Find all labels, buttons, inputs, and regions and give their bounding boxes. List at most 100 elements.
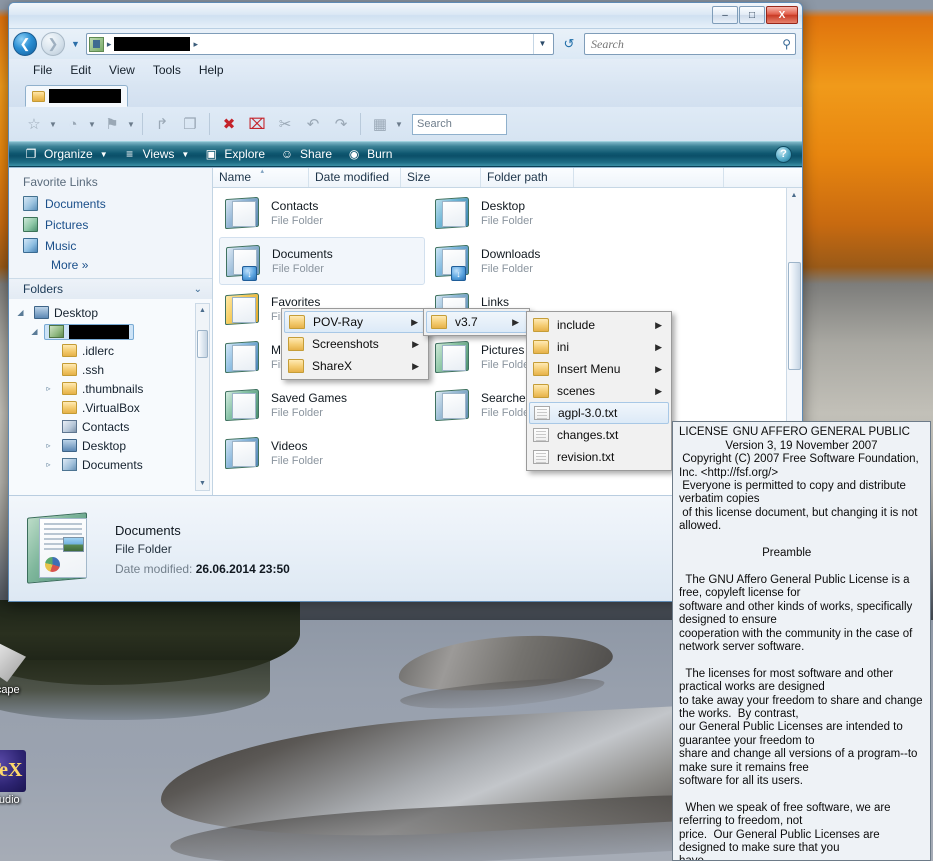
desktop-icon-inkscape[interactable]: scape xyxy=(0,640,48,696)
file-list-item[interactable]: ↓ Documents File Folder xyxy=(219,237,425,285)
menu-item-insert-menu[interactable]: Insert Menu ▶ xyxy=(529,358,669,380)
tree-item-contacts[interactable]: Contacts xyxy=(9,417,212,436)
tree-item-documents[interactable]: ▹ Documents xyxy=(9,455,212,474)
column-header-blank[interactable] xyxy=(574,168,724,187)
menu-item-edit[interactable]: Edit xyxy=(62,61,99,79)
share-button[interactable]: ☺ Share xyxy=(279,146,332,162)
scroll-up-arrow-icon[interactable]: ▲ xyxy=(787,188,801,202)
move-to-icon[interactable]: ↱ xyxy=(149,111,175,137)
menu-item-tools[interactable]: Tools xyxy=(145,61,189,79)
copy-to-icon[interactable]: ❐ xyxy=(177,111,203,137)
folder-tree[interactable]: ◢ Desktop ◢ .idlerc .ssh ▹ .thumbnails .Virtual… xyxy=(9,299,212,495)
refresh-icon[interactable]: ↺ xyxy=(558,33,580,55)
toolbar-search-box[interactable]: Search xyxy=(412,113,507,135)
file-list-item[interactable]: Videos File Folder xyxy=(219,429,425,477)
user-folder-icon xyxy=(88,36,104,52)
menu-item-pov-ray[interactable]: POV-Ray ▶ xyxy=(284,311,426,333)
scroll-up-arrow-icon[interactable]: ▲ xyxy=(196,304,209,317)
help-icon[interactable]: ? xyxy=(775,145,792,163)
recent-pages-chevron-down-icon[interactable]: ▼ xyxy=(69,39,82,49)
file-list-scrollbar-thumb[interactable] xyxy=(788,262,801,370)
delete-icon[interactable]: ✖ xyxy=(216,111,242,137)
cut-icon[interactable]: ✂ xyxy=(272,111,298,137)
delete-file-icon[interactable]: ⌧ xyxy=(244,111,270,137)
tree-item--ssh[interactable]: .ssh xyxy=(9,360,212,379)
views-icon[interactable]: ▦ xyxy=(367,111,393,137)
maximize-button[interactable]: □ xyxy=(739,6,765,24)
windows-chevron-down-icon[interactable]: ▼ xyxy=(127,120,136,129)
folder-icon xyxy=(62,363,77,376)
search-box[interactable]: ⚲ xyxy=(584,33,796,55)
menu-item-v3.7[interactable]: v3.7 ▶ xyxy=(426,311,527,333)
windows-flag-icon[interactable]: ⚑ xyxy=(99,111,125,137)
menu-item-help[interactable]: Help xyxy=(191,61,232,79)
history-clock-icon[interactable]: ◔ xyxy=(60,111,86,137)
tree-item-content: .idlerc xyxy=(58,344,118,358)
menu-item-include[interactable]: include ▶ xyxy=(529,314,669,336)
close-button[interactable]: X xyxy=(766,6,798,24)
file-list-item[interactable]: ↓ Downloads File Folder xyxy=(429,237,635,285)
file-list-item[interactable]: Contacts File Folder xyxy=(219,189,425,237)
views-button[interactable]: ≡ Views ▼ xyxy=(122,146,189,162)
views-chevron-down-icon[interactable]: ▼ xyxy=(395,120,404,129)
tree-scrollbar[interactable]: ▲ ▼ xyxy=(195,303,210,491)
file-list-item[interactable]: Desktop File Folder xyxy=(429,189,635,237)
tree-item--idlerc[interactable]: .idlerc xyxy=(9,341,212,360)
forward-arrow-icon[interactable]: ❯ xyxy=(41,32,65,56)
menu-item-file[interactable]: File xyxy=(25,61,60,79)
folder-tab[interactable] xyxy=(25,85,128,107)
context-menu-level-1[interactable]: POV-Ray ▶ Screenshots ▶ ShareX ▶ xyxy=(281,308,429,380)
breadcrumb-user-name-redacted[interactable] xyxy=(114,37,191,51)
tree-scrollbar-thumb[interactable] xyxy=(197,330,208,358)
context-menu-level-2[interactable]: v3.7 ▶ xyxy=(423,308,530,336)
tree-expander-icon[interactable]: ▹ xyxy=(43,441,54,450)
menu-item-changes.txt[interactable]: changes.txt xyxy=(529,424,669,446)
menu-item-revision.txt[interactable]: revision.txt xyxy=(529,446,669,468)
favorites-star-icon[interactable]: ☆ xyxy=(21,111,47,137)
explore-button[interactable]: ▣ Explore xyxy=(203,146,265,162)
breadcrumb[interactable]: ▸ ▸ ▼ xyxy=(85,33,554,55)
tree-item--thumbnails[interactable]: ▹ .thumbnails xyxy=(9,379,212,398)
context-menu-level-3[interactable]: include ▶ ini ▶ Insert Menu ▶ scenes ▶ agpl-3.0.… xyxy=(526,311,672,471)
tree-item-redacted[interactable]: ◢ xyxy=(9,322,212,341)
menu-item-view[interactable]: View xyxy=(101,61,143,79)
back-arrow-icon[interactable]: ❮ xyxy=(13,32,37,56)
favorites-chevron-down-icon[interactable]: ▼ xyxy=(49,120,58,129)
column-header-size[interactable]: Size xyxy=(401,168,481,187)
details-date-value: 26.06.2014 23:50 xyxy=(195,562,290,576)
redo-icon[interactable]: ↷ xyxy=(328,111,354,137)
organize-button[interactable]: ❐ Organize ▼ xyxy=(23,146,108,162)
tree-expander-icon[interactable]: ▹ xyxy=(43,384,54,393)
menu-item-agpl-3.0.txt[interactable]: agpl-3.0.txt xyxy=(529,402,669,424)
tree-expander-icon[interactable]: ▹ xyxy=(43,460,54,469)
menu-item-screenshots[interactable]: Screenshots ▶ xyxy=(284,333,426,355)
search-input[interactable] xyxy=(589,35,783,53)
column-header-date-modified[interactable]: Date modified xyxy=(309,168,401,187)
column-header-folder-path[interactable]: Folder path xyxy=(481,168,574,187)
sidebar-item-documents[interactable]: Documents xyxy=(9,193,212,214)
tree-item--virtualbox[interactable]: .VirtualBox xyxy=(9,398,212,417)
tree-expander-icon[interactable]: ◢ xyxy=(29,327,40,336)
file-list-item-meta: Desktop File Folder xyxy=(481,199,533,228)
menu-item-scenes[interactable]: scenes ▶ xyxy=(529,380,669,402)
folders-header[interactable]: Folders ⌄ xyxy=(9,278,212,299)
sidebar-item-pictures[interactable]: Pictures xyxy=(9,214,212,235)
sidebar-item-music[interactable]: Music xyxy=(9,235,212,256)
history-chevron-down-icon[interactable]: ▼ xyxy=(88,120,97,129)
tree-item-desktop[interactable]: ◢ Desktop xyxy=(9,303,212,322)
menu-item-ini[interactable]: ini ▶ xyxy=(529,336,669,358)
desktop-icon-texstudio[interactable]: TeX studio xyxy=(0,750,48,806)
file-list-item-name: Contacts xyxy=(271,198,319,213)
title-bar[interactable]: – □ X xyxy=(9,3,802,29)
menu-item-sharex[interactable]: ShareX ▶ xyxy=(284,355,426,377)
column-header-name[interactable]: Name ▴ xyxy=(213,168,309,187)
file-list-item[interactable]: Saved Games File Folder xyxy=(219,381,425,429)
burn-button[interactable]: ◉ Burn xyxy=(346,146,393,162)
tree-expander-icon[interactable]: ◢ xyxy=(15,308,26,317)
address-dropdown-chevron-down-icon[interactable]: ▼ xyxy=(533,34,551,54)
tree-item-desktop[interactable]: ▹ Desktop xyxy=(9,436,212,455)
undo-icon[interactable]: ↶ xyxy=(300,111,326,137)
scroll-down-arrow-icon[interactable]: ▼ xyxy=(196,477,209,490)
sidebar-more-button[interactable]: More » xyxy=(9,256,212,274)
minimize-button[interactable]: – xyxy=(712,6,738,24)
